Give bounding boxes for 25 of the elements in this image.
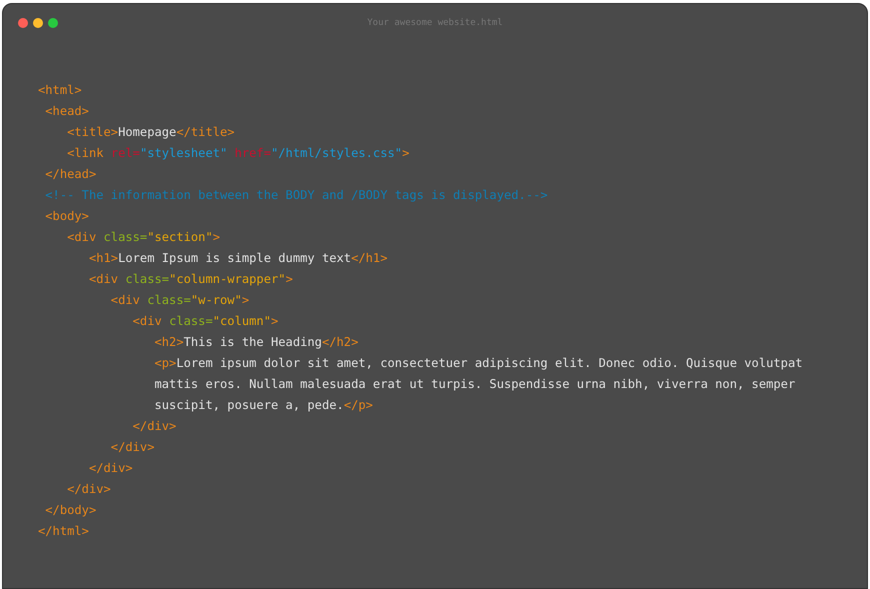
code-line: <p>Lorem ipsum dolor sit amet, consectetuer adipiscing elit. Donec odio. Quisque volutpat <box>153 355 803 372</box>
code-line: suscipit, posuere a, pede.</p> <box>153 397 373 414</box>
code-line: <div class="column"> <box>132 313 278 330</box>
code-line: <div class="section"> <box>66 229 220 246</box>
code-line: mattis eros. Nullam malesuada erat ut turpis. Suspendisse urna nibh, viverra non, semper <box>153 376 796 393</box>
code-line: <h2>This is the Heading</h2> <box>153 334 358 351</box>
close-icon[interactable] <box>18 18 28 28</box>
minimize-icon[interactable] <box>33 18 43 28</box>
maximize-icon[interactable] <box>48 18 58 28</box>
code-line: </body> <box>44 502 96 519</box>
code-line: </html> <box>38 523 89 540</box>
code-line: <html> <box>38 82 82 99</box>
code-line: </div> <box>88 460 133 477</box>
code-line: <h1>Lorem Ipsum is simple dummy text</h1> <box>88 250 388 267</box>
code-line: <link rel="stylesheet" href="/html/styles.css"> <box>66 145 410 162</box>
code-line: <title>Homepage</title> <box>66 124 235 141</box>
code-line: <body> <box>44 208 89 225</box>
code-line: </div> <box>110 439 154 456</box>
code-line: </head> <box>44 166 96 183</box>
code-line: </div> <box>132 418 176 435</box>
code-line: <div class="column-wrapper"> <box>88 271 293 288</box>
code-line: </div> <box>66 481 111 498</box>
code-line: <head> <box>44 103 89 120</box>
code-line: <div class="w-row"> <box>110 292 250 309</box>
code-line: <!-- The information between the BODY and /BODY tags is displayed.--> <box>44 187 548 204</box>
